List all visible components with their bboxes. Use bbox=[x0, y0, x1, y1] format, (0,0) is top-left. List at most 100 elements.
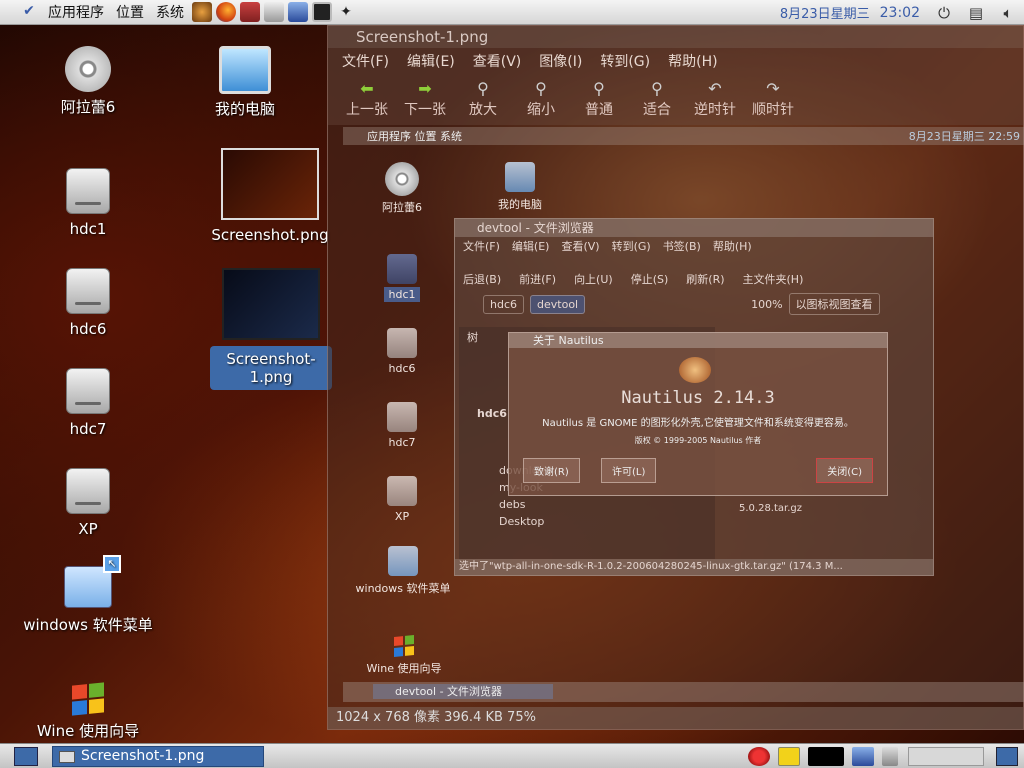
gnome-foot-icon[interactable]: ✔ bbox=[20, 3, 38, 21]
nautilus-shell-icon bbox=[679, 357, 711, 383]
harddisk-icon bbox=[387, 402, 417, 432]
zoom-in-button[interactable]: ⚲ 放大 bbox=[454, 79, 512, 119]
inner-task-item: devtool - 文件浏览器 bbox=[373, 684, 553, 699]
desktop-icon-hdc6[interactable]: hdc6 bbox=[48, 268, 128, 338]
terminal-launcher-icon[interactable] bbox=[312, 2, 332, 22]
viewer-menubar: 文件(F) 编辑(E) 查看(V) 图像(I) 转到(G) 帮助(H) bbox=[328, 48, 1023, 73]
harddisk-icon bbox=[66, 168, 110, 214]
inner-icon-computer: 我的电脑 bbox=[488, 162, 552, 212]
arrow-left-icon: ⬅ bbox=[360, 79, 374, 98]
rotate-right-button[interactable]: ↷ 顺时针 bbox=[744, 79, 802, 119]
app-launcher-icon[interactable] bbox=[240, 2, 260, 22]
menu-image[interactable]: 图像(I) bbox=[539, 51, 582, 71]
volume-icon[interactable]: 🔈︎ bbox=[998, 3, 1018, 23]
screenshot-launcher-icon[interactable]: ✦ bbox=[336, 2, 356, 22]
inner-icon-wine: Wine 使用向导 bbox=[356, 634, 452, 676]
bottom-panel-tray bbox=[744, 746, 1024, 767]
desktop-icon-label: hdc6 bbox=[69, 320, 107, 338]
taskbar-item-screenshot-1[interactable]: Screenshot-1.png bbox=[52, 746, 264, 767]
date-display[interactable]: 8月23日星期三 bbox=[774, 3, 876, 22]
inner-icon-disc: 阿拉蕾6 bbox=[372, 162, 432, 215]
harddisk-icon bbox=[387, 254, 417, 284]
menu-go[interactable]: 转到(G) bbox=[600, 51, 650, 71]
windows-logo-icon bbox=[72, 682, 104, 716]
record-icon[interactable] bbox=[748, 747, 770, 766]
file-browser-title: devtool - 文件浏览器 bbox=[455, 219, 933, 237]
network-icon[interactable]: ▤ bbox=[966, 3, 986, 23]
menu-places[interactable]: 位置 bbox=[110, 2, 150, 22]
magnifier-icon: ⚲ bbox=[477, 79, 489, 98]
rotate-left-icon: ↶ bbox=[708, 79, 722, 98]
normal-size-button[interactable]: ⚲ 普通 bbox=[570, 79, 628, 119]
file-name: 5.0.28.tar.gz bbox=[739, 503, 803, 514]
magnifier-icon: ⚲ bbox=[535, 79, 547, 98]
next-button[interactable]: ➡ 下一张 bbox=[396, 79, 454, 119]
rotate-left-button[interactable]: ↶ 逆时针 bbox=[686, 79, 744, 119]
about-nautilus-dialog: 关于 Nautilus Nautilus 2.14.3 Nautilus 是 G… bbox=[508, 332, 888, 496]
folder-link-icon: ↖ bbox=[64, 555, 121, 608]
harddisk-icon bbox=[387, 328, 417, 358]
image-thumbnail-icon bbox=[221, 148, 319, 220]
viewer-statusbar: 1024 x 768 像素 396.4 KB 75% bbox=[328, 707, 1023, 729]
harddisk-icon bbox=[66, 468, 110, 514]
menu-file[interactable]: 文件(F) bbox=[342, 51, 389, 71]
about-app-name: Nautilus 2.14.3 bbox=[621, 388, 775, 408]
robot-launcher-icon[interactable] bbox=[264, 2, 284, 22]
file-browser-menubar: 文件(F) 编辑(E) 查看(V) 转到(G) 书签(B) 帮助(H) bbox=[463, 240, 752, 253]
network-manager-icon[interactable] bbox=[852, 747, 874, 766]
window-title[interactable]: Screenshot-1.png bbox=[328, 26, 1023, 48]
show-desktop-button[interactable] bbox=[14, 747, 38, 766]
zoom-out-button[interactable]: ⚲ 缩小 bbox=[512, 79, 570, 119]
firefox-launcher-icon[interactable] bbox=[216, 2, 236, 22]
desktop-icon-wine[interactable]: Wine 使用向导 bbox=[28, 682, 148, 741]
top-panel: ✔ 应用程序 位置 系统 ✦ 8月23日星期三 23:02 ⏻ ▤ 🔈︎ bbox=[0, 0, 1024, 25]
inner-icon-hdc6: hdc6 bbox=[380, 328, 424, 375]
time-display[interactable]: 23:02 bbox=[876, 5, 928, 21]
computer-icon bbox=[505, 162, 535, 192]
editor-launcher-icon[interactable] bbox=[288, 2, 308, 22]
desktop-icon-label: XP bbox=[78, 520, 98, 538]
previous-button[interactable]: ⬅ 上一张 bbox=[338, 79, 396, 119]
menu-view[interactable]: 查看(V) bbox=[473, 51, 522, 71]
about-copyright: 版权 © 1999-2005 Nautilus 作者 bbox=[634, 436, 762, 445]
inner-panel-date: 8月23日星期三 22:59 bbox=[908, 130, 1020, 143]
inner-icon-hdc1: hdc1 bbox=[380, 254, 424, 302]
windows-logo-icon bbox=[394, 634, 414, 658]
system-monitor-icon[interactable] bbox=[808, 747, 844, 766]
file-browser-toolbar: 后退(B) 前进(F) 向上(U) 停止(S) 刷新(R) 主文件夹(H) bbox=[463, 273, 804, 286]
about-title: 关于 Nautilus bbox=[509, 333, 887, 348]
image-thumbnail-icon bbox=[222, 268, 320, 340]
desktop-icon-hdc7[interactable]: hdc7 bbox=[48, 368, 128, 438]
workspace-switcher-1[interactable] bbox=[908, 747, 984, 766]
magnifier-icon: ⚲ bbox=[593, 79, 605, 98]
inner-icon-hdc7: hdc7 bbox=[380, 402, 424, 449]
menu-edit[interactable]: 编辑(E) bbox=[407, 51, 455, 71]
menu-applications[interactable]: 应用程序 bbox=[42, 2, 110, 22]
harddisk-icon bbox=[66, 268, 110, 314]
harddisk-icon bbox=[66, 368, 110, 414]
menu-help[interactable]: 帮助(H) bbox=[668, 51, 717, 71]
workspace-switcher-2[interactable] bbox=[996, 747, 1018, 766]
menu-system[interactable]: 系统 bbox=[150, 2, 190, 22]
desktop-icon-windows-menu[interactable]: ↖ windows 软件菜单 bbox=[18, 555, 158, 635]
desktop-icon-label: Wine 使用向导 bbox=[36, 722, 140, 740]
desktop-icon-screenshot-1[interactable]: Screenshot-1.png bbox=[210, 268, 332, 390]
desktop-icon-computer[interactable]: 我的电脑 bbox=[200, 46, 290, 119]
desktop-icon-label: hdc1 bbox=[69, 220, 107, 238]
desktop-icon-label: hdc7 bbox=[69, 420, 107, 438]
desktop-icon-hdc1[interactable]: hdc1 bbox=[48, 168, 128, 238]
tiger-launcher-icon[interactable] bbox=[192, 2, 212, 22]
trash-icon[interactable] bbox=[882, 747, 898, 766]
desktop-icon-screenshot[interactable]: Screenshot.png bbox=[208, 148, 332, 244]
harddisk-icon bbox=[387, 476, 417, 506]
zoom-level: 100% bbox=[751, 297, 783, 311]
fit-button[interactable]: ⚲ 适合 bbox=[628, 79, 686, 119]
desktop-icon-disc[interactable]: 阿拉蕾6 bbox=[48, 46, 128, 117]
cdrom-icon bbox=[385, 162, 419, 196]
notes-icon[interactable] bbox=[778, 747, 800, 766]
folder-icon bbox=[388, 546, 418, 576]
desktop-icon-xp[interactable]: XP bbox=[48, 468, 128, 538]
license-button: 许可(L) bbox=[601, 458, 657, 483]
power-icon[interactable]: ⏻ bbox=[934, 3, 954, 23]
inner-bottom-panel: devtool - 文件浏览器 bbox=[343, 682, 1024, 702]
